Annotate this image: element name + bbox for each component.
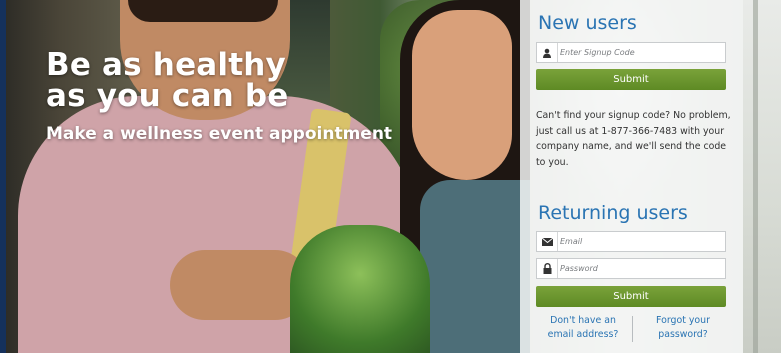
new-users-title: New users <box>538 12 637 34</box>
vegetables <box>290 225 430 353</box>
hero-headline: Be as healthy as you can be <box>46 50 289 112</box>
email-field <box>536 231 726 252</box>
signup-code-input[interactable] <box>558 43 725 62</box>
hero-subheadline: Make a wellness event appointment <box>46 124 393 144</box>
background-right-strip <box>743 0 781 353</box>
returning-users-submit-button[interactable]: Submit <box>536 286 726 307</box>
headline-line-2: as you can be <box>46 78 289 114</box>
returning-users-title: Returning users <box>538 202 688 224</box>
account-help-links: Don't have an email address? Forgot your… <box>536 314 730 344</box>
man-arm <box>170 250 310 320</box>
login-panel: New users Submit Can't find your signup … <box>520 0 743 353</box>
signup-code-field <box>536 42 726 63</box>
lock-icon <box>537 259 558 278</box>
background-tree <box>753 0 758 353</box>
forgot-password-link[interactable]: Forgot your password? <box>636 314 730 341</box>
left-edge-bar <box>0 0 6 353</box>
headline-line-1: Be as healthy <box>46 47 286 83</box>
no-email-link[interactable]: Don't have an email address? <box>536 314 630 341</box>
woman-shirt <box>420 180 530 353</box>
man-hair <box>128 0 278 22</box>
woman-face <box>412 10 512 180</box>
password-field <box>536 258 726 279</box>
envelope-icon <box>537 232 558 251</box>
links-divider <box>632 316 633 342</box>
user-icon <box>537 43 558 62</box>
email-input[interactable] <box>558 232 725 251</box>
signup-help-text: Can't find your signup code? No problem,… <box>536 110 731 168</box>
new-users-submit-button[interactable]: Submit <box>536 69 726 90</box>
password-input[interactable] <box>558 259 725 278</box>
